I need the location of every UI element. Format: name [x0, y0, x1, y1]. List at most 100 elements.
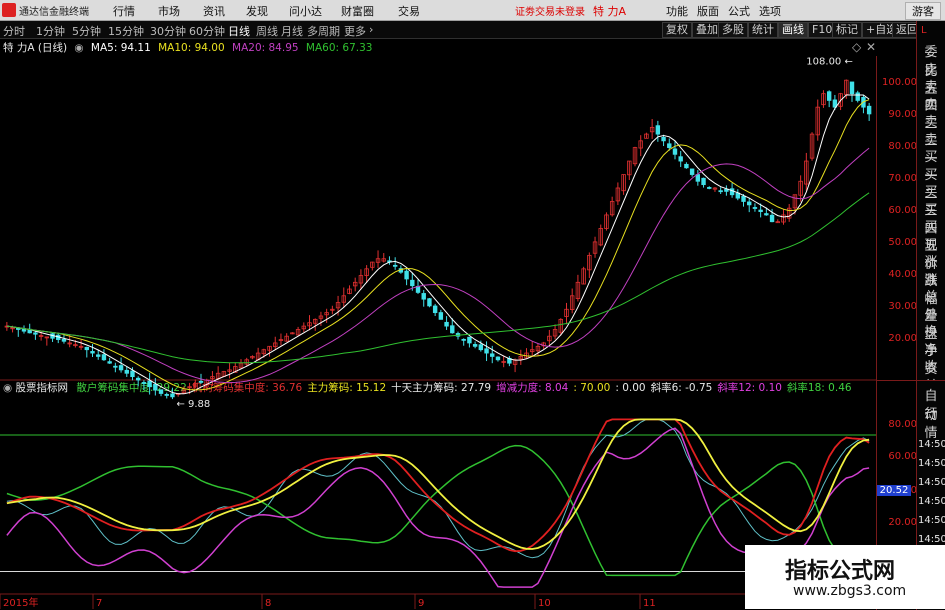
- adjust-button[interactable]: 复权: [662, 22, 692, 38]
- tick-panel-quotes[interactable]: 行情: [919, 403, 943, 441]
- current-value-label: 20.52: [877, 485, 911, 496]
- ma5-value: MA5: 94.11: [90, 42, 151, 54]
- period-multi[interactable]: 多周期: [307, 23, 340, 39]
- app-title: 通达信金融终端: [19, 7, 89, 18]
- candle-body: [84, 346, 90, 351]
- tick-time: 14:50: [918, 496, 945, 507]
- tick-time: 14:50: [918, 534, 945, 545]
- price-tick: 80.00: [888, 141, 917, 152]
- menu-item-function[interactable]: 功能: [666, 3, 688, 19]
- candle-body: [410, 279, 415, 287]
- zoom-icon[interactable]: ◇: [852, 40, 861, 54]
- menu-item-layout[interactable]: 版面: [697, 3, 719, 19]
- period-5min[interactable]: 5分钟: [72, 23, 101, 39]
- candle-body: [432, 305, 438, 314]
- period-monthly[interactable]: 月线: [281, 23, 303, 39]
- trade-login-alert[interactable]: 证劵交易未登录: [515, 3, 585, 18]
- candle-body: [472, 344, 478, 347]
- candle-body: [113, 365, 118, 368]
- candle-body: [107, 361, 112, 364]
- guest-button[interactable]: 游客: [905, 2, 941, 20]
- close-chart-icon[interactable]: ✕: [866, 40, 876, 54]
- candle-body: [153, 383, 158, 391]
- candle-body: [689, 168, 695, 175]
- period-weekly[interactable]: 周线: [256, 23, 278, 39]
- multi-stock-button[interactable]: 多股: [718, 22, 748, 38]
- candle-body: [438, 312, 444, 320]
- candle-body: [450, 325, 455, 334]
- period-toolbar: 分时 1分钟 5分钟 15分钟 30分钟 60分钟 日线 周线 月线 多周期 更…: [0, 21, 945, 39]
- tick-time: 14:50: [918, 458, 945, 469]
- chart-area[interactable]: 108.00 ← ← 9.88 2015年 7 8 9 10 11: [0, 56, 876, 609]
- period-15min[interactable]: 15分钟: [108, 23, 144, 39]
- kline-info-line: 特 力A (日线) ◉ MA5: 94.11 MA10: 94.00 MA20:…: [0, 40, 880, 56]
- more-arrow-icon[interactable]: ›: [369, 23, 373, 36]
- price-tick: 60.00: [888, 205, 917, 216]
- draw-line-button[interactable]: 画线: [778, 22, 808, 38]
- candle-body: [672, 148, 678, 155]
- menu-item-news[interactable]: 资讯: [203, 3, 225, 19]
- candle-body: [490, 353, 495, 357]
- candle-body: [495, 356, 501, 361]
- ma5-line: [6, 94, 870, 395]
- price-tick: 40.00: [888, 269, 917, 280]
- menu-item-market[interactable]: 市场: [158, 3, 180, 19]
- candle-body: [701, 177, 706, 186]
- menu-item-discover[interactable]: 发现: [246, 3, 268, 19]
- candle-body: [729, 188, 735, 196]
- quote-panel: L 委比卖五卖四卖三卖二卖一买一买二买三买四买五现价涨跌涨幅总量外盘换手净资收益: [916, 21, 945, 394]
- candle-body: [764, 213, 769, 216]
- price-tick: 90.00: [888, 109, 917, 120]
- period-30min[interactable]: 30分钟: [150, 23, 186, 39]
- candle-body: [752, 207, 758, 209]
- settings-icon[interactable]: ◉: [74, 42, 83, 54]
- stats-button[interactable]: 统计: [748, 22, 778, 38]
- app-logo-icon: [2, 3, 16, 17]
- candle-body: [147, 380, 152, 388]
- menu-bar: 通达信金融终端 行情 市场 资讯 发现 问小达 财富圈 交易 证劵交易未登录 特…: [0, 0, 945, 21]
- watermark-title: 指标公式网: [785, 559, 896, 584]
- period-1min[interactable]: 1分钟: [36, 23, 65, 39]
- x-axis-label: 10: [538, 598, 551, 609]
- candle-body: [158, 389, 164, 394]
- price-tick: 20.00: [888, 333, 917, 344]
- tick-time: 14:50: [918, 515, 945, 526]
- x-axis-label: 8: [265, 598, 271, 609]
- menu-item-formula[interactable]: 公式: [728, 3, 750, 19]
- menu-item-trade[interactable]: 交易: [398, 3, 420, 19]
- price-axis: 100.00 90.00 80.00 70.00 60.00 50.00 40.…: [876, 56, 917, 380]
- indicator-red-line: [6, 418, 870, 553]
- menu-item-options[interactable]: 选项: [759, 3, 781, 19]
- period-60min[interactable]: 60分钟: [189, 23, 225, 39]
- menu-item-quotes[interactable]: 行情: [113, 3, 135, 19]
- price-tick: 50.00: [888, 237, 917, 248]
- x-axis-label: 7: [96, 598, 102, 609]
- mark-button[interactable]: 标记: [832, 22, 862, 38]
- candle-body: [707, 187, 712, 189]
- period-more[interactable]: 更多: [344, 23, 366, 39]
- ma20-value: MA20: 84.95: [232, 42, 299, 54]
- period-daily[interactable]: 日线: [228, 23, 250, 39]
- candle-body: [718, 190, 723, 193]
- candle-body: [130, 370, 135, 378]
- ma10-value: MA10: 94.00: [158, 42, 225, 54]
- quote-panel-header: L: [921, 25, 927, 36]
- candle-body: [170, 393, 175, 398]
- tick-time: 14:50: [918, 439, 945, 450]
- watermark-url: www.zbgs3.com: [793, 583, 907, 599]
- ma10-line: [6, 99, 870, 391]
- candle-body: [678, 156, 683, 162]
- candle-body: [849, 81, 855, 95]
- candle-body: [741, 195, 746, 202]
- candle-body: [769, 214, 775, 223]
- candle-body: [667, 143, 672, 148]
- low-annotation: ← 9.88: [176, 399, 210, 410]
- menu-item-ask[interactable]: 问小达: [289, 3, 322, 19]
- menu-item-wealth[interactable]: 财富圈: [341, 3, 374, 19]
- tick-time: 14:50: [918, 477, 945, 488]
- period-intraday[interactable]: 分时: [3, 23, 25, 39]
- ma60-value: MA60: 67.33: [305, 42, 373, 54]
- candle-body: [392, 264, 398, 267]
- kline-chart-svg[interactable]: 108.00 ← ← 9.88 2015年 7 8 9 10 11: [0, 56, 876, 609]
- candle-body: [164, 394, 169, 396]
